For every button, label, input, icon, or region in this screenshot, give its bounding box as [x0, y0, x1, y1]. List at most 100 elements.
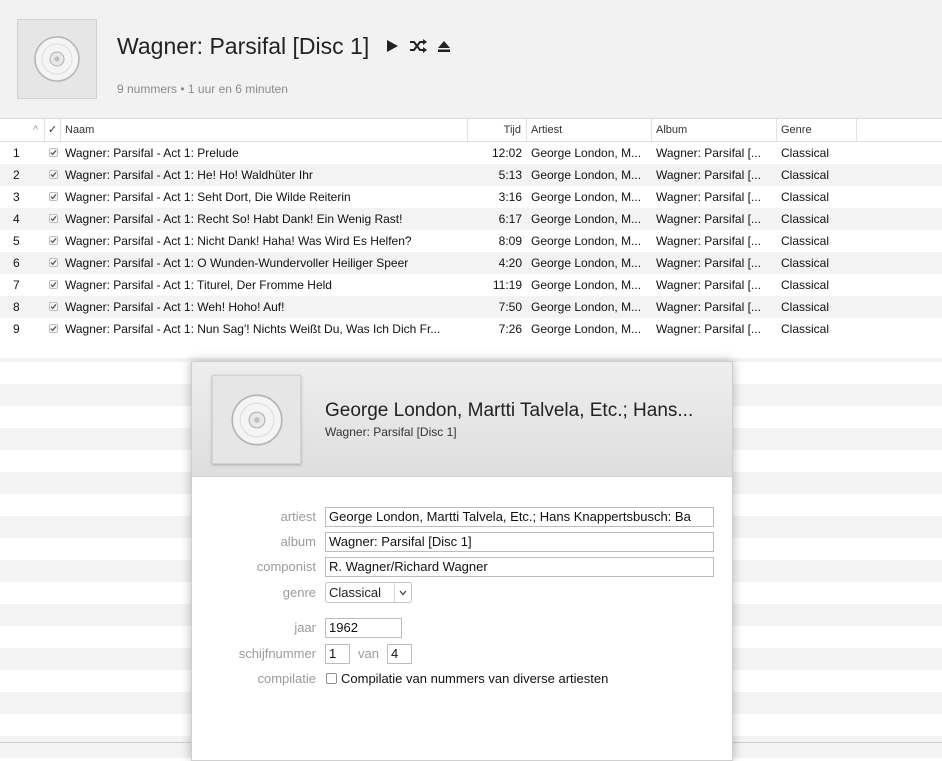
dialog-artwork[interactable] — [212, 375, 301, 464]
track-album: Wagner: Parsifal [... — [656, 300, 761, 314]
checkmark-icon — [50, 259, 57, 266]
track-genre: Classical — [781, 146, 830, 160]
track-artist: George London, M... — [531, 234, 642, 248]
track-number: 6 — [13, 256, 20, 270]
track-genre: Classical — [781, 168, 830, 182]
compilation-checkbox[interactable] — [326, 673, 337, 684]
album-field[interactable]: Wagner: Parsifal [Disc 1] — [325, 532, 714, 552]
table-row[interactable]: 6 Wagner: Parsifal - Act 1: O Wunden-Wund… — [0, 252, 942, 274]
dialog-title-album: Wagner: Parsifal [Disc 1] — [325, 425, 457, 439]
track-artist: George London, M... — [531, 190, 642, 204]
dialog-header: George London, Martti Talvela, Etc.; Han… — [192, 362, 732, 477]
track-time: 7:50 — [498, 300, 522, 314]
artist-field[interactable]: George London, Martti Talvela, Etc.; Han… — [325, 507, 714, 527]
genre-label: genre — [282, 585, 316, 600]
play-icon — [387, 40, 398, 52]
year-field[interactable]: 1962 — [325, 618, 402, 638]
checkmark-icon — [50, 149, 57, 156]
track-album: Wagner: Parsifal [... — [656, 234, 761, 248]
track-time: 4:20 — [498, 256, 522, 270]
track-artist: George London, M... — [531, 168, 642, 182]
year-label: jaar — [294, 620, 316, 635]
track-name: Wagner: Parsifal - Act 1: Titurel, Der F… — [65, 278, 332, 292]
track-name: Wagner: Parsifal - Act 1: Prelude — [65, 146, 239, 160]
track-name: Wagner: Parsifal - Act 1: Weh! Hoho! Auf… — [65, 300, 285, 314]
column-time[interactable]: Tijd — [468, 119, 527, 141]
track-time: 5:13 — [498, 168, 522, 182]
track-checkbox[interactable] — [49, 148, 58, 157]
shuffle-icon — [410, 39, 427, 53]
album-label: album — [280, 534, 316, 549]
track-genre: Classical — [781, 212, 830, 226]
column-name[interactable]: Naam — [61, 119, 468, 141]
table-row[interactable]: 1 Wagner: Parsifal - Act 1: Prelude 12:02 G… — [0, 142, 942, 164]
track-number: 4 — [13, 212, 20, 226]
table-row[interactable]: 9 Wagner: Parsifal - Act 1: Nun Sag'! Nic… — [0, 318, 942, 340]
column-album[interactable]: Album — [652, 119, 777, 141]
genre-select[interactable]: Classical — [325, 582, 412, 603]
disc-number-label: schijfnummer — [238, 646, 316, 661]
play-button[interactable] — [382, 36, 402, 56]
column-check[interactable]: ✓ — [45, 119, 61, 141]
track-time: 6:17 — [498, 212, 522, 226]
track-checkbox[interactable] — [49, 192, 58, 201]
disc-total-field[interactable]: 4 — [387, 644, 412, 664]
table-row[interactable]: 7 Wagner: Parsifal - Act 1: Titurel, Der … — [0, 274, 942, 296]
track-artist: George London, M... — [531, 146, 642, 160]
checkmark-icon — [50, 215, 57, 222]
track-genre: Classical — [781, 190, 830, 204]
checkmark-icon — [50, 281, 57, 288]
track-artist: George London, M... — [531, 256, 642, 270]
chevron-down-icon — [394, 583, 411, 602]
track-number: 3 — [13, 190, 20, 204]
track-checkbox[interactable] — [49, 258, 58, 267]
track-checkbox[interactable] — [49, 302, 58, 311]
track-number: 9 — [13, 322, 20, 336]
track-name: Wagner: Parsifal - Act 1: He! Ho! Waldhü… — [65, 168, 313, 182]
track-number: 5 — [13, 234, 20, 248]
table-row[interactable]: 4 Wagner: Parsifal - Act 1: Recht So! Hab… — [0, 208, 942, 230]
track-checkbox[interactable] — [49, 236, 58, 245]
table-row[interactable]: 3 Wagner: Parsifal - Act 1: Seht Dort, Di… — [0, 186, 942, 208]
sort-indicator: ^ — [33, 124, 39, 136]
track-checkbox[interactable] — [49, 214, 58, 223]
track-time: 8:09 — [498, 234, 522, 248]
composer-field[interactable]: R. Wagner/Richard Wagner — [325, 557, 714, 577]
table-row[interactable]: 5 Wagner: Parsifal - Act 1: Nicht Dank! H… — [0, 230, 942, 252]
track-name: Wagner: Parsifal - Act 1: Nun Sag'! Nich… — [65, 322, 441, 336]
table-row[interactable]: 2 Wagner: Parsifal - Act 1: He! Ho! Waldh… — [0, 164, 942, 186]
track-checkbox[interactable] — [49, 170, 58, 179]
column-genre[interactable]: Genre — [777, 119, 857, 141]
checkmark-icon — [50, 193, 57, 200]
artist-label: artiest — [280, 509, 316, 524]
album-artwork[interactable] — [17, 19, 97, 99]
cd-icon — [34, 36, 80, 82]
track-genre: Classical — [781, 300, 830, 314]
checkmark-icon — [50, 325, 57, 332]
table-header: ^ ✓ Naam Tijd Artiest Album Genre — [0, 119, 942, 142]
track-genre: Classical — [781, 234, 830, 248]
track-checkbox[interactable] — [49, 280, 58, 289]
column-number[interactable]: ^ — [0, 119, 45, 141]
checkmark-icon — [50, 171, 57, 178]
eject-button[interactable] — [434, 36, 454, 56]
eject-icon — [438, 41, 450, 52]
track-artist: George London, M... — [531, 278, 642, 292]
track-album: Wagner: Parsifal [... — [656, 168, 761, 182]
column-artist[interactable]: Artiest — [527, 119, 652, 141]
track-checkbox[interactable] — [49, 324, 58, 333]
cd-icon — [230, 393, 283, 446]
track-genre: Classical — [781, 322, 830, 336]
track-time: 3:16 — [498, 190, 522, 204]
track-album: Wagner: Parsifal [... — [656, 256, 761, 270]
compilation-checkbox-label[interactable]: Compilatie van nummers van diverse artie… — [341, 671, 608, 686]
checkmark-icon — [50, 237, 57, 244]
track-album: Wagner: Parsifal [... — [656, 322, 761, 336]
table-row[interactable]: 8 Wagner: Parsifal - Act 1: Weh! Hoho! Au… — [0, 296, 942, 318]
track-time: 7:26 — [498, 322, 522, 336]
track-album: Wagner: Parsifal [... — [656, 146, 761, 160]
disc-number-field[interactable]: 1 — [325, 644, 350, 664]
shuffle-button[interactable] — [408, 36, 428, 56]
track-artist: George London, M... — [531, 300, 642, 314]
track-album: Wagner: Parsifal [... — [656, 212, 761, 226]
